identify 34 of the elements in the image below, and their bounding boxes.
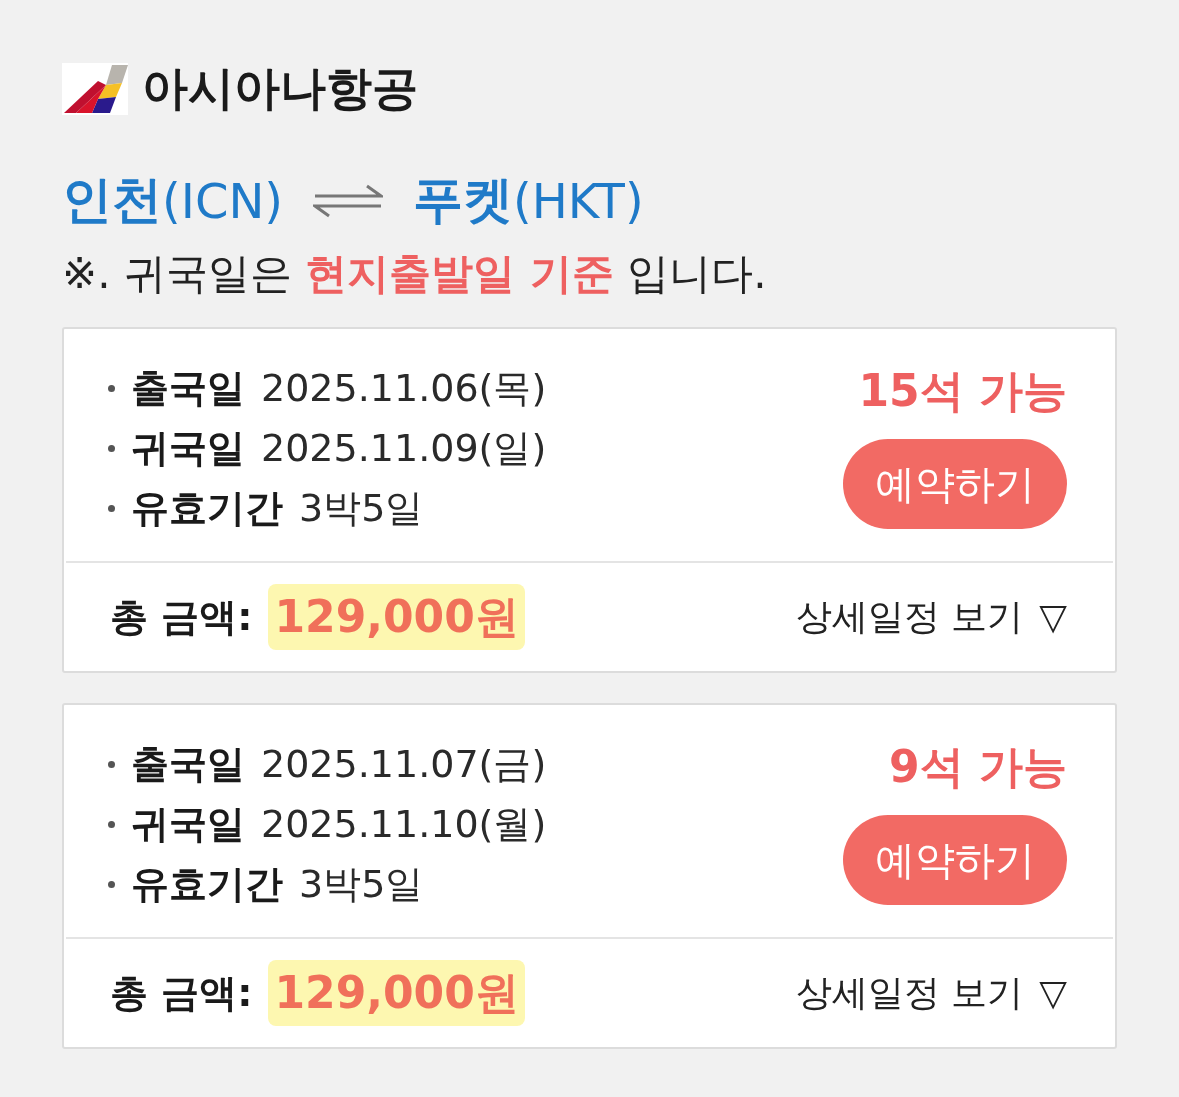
bullet-icon: [108, 384, 115, 392]
total-price: 129,000원: [268, 960, 525, 1026]
detail-value: 2025.11.06(목): [261, 365, 547, 412]
destination-city: 푸켓: [413, 170, 514, 231]
bullet-icon: [108, 760, 115, 768]
bullet-icon: [108, 820, 115, 828]
detail-label: 유효기간: [131, 485, 283, 532]
detail-label: 출국일: [131, 741, 245, 788]
detail-schedule-link[interactable]: 상세일정 보기 ▽: [795, 590, 1067, 644]
detail-label: 유효기간: [131, 861, 283, 908]
bullet-icon: [108, 504, 115, 512]
seats-available: 9석 가능: [889, 740, 1067, 794]
bullet-icon: [108, 880, 115, 888]
total-price: 129,000원: [268, 584, 525, 650]
total-label: 총 금액:: [110, 593, 253, 641]
bullet-icon: [108, 444, 115, 452]
detail-label: 귀국일: [131, 801, 245, 848]
origin-code: (ICN): [162, 171, 284, 231]
total-label: 총 금액:: [110, 969, 253, 1017]
detail-value: 3박5일: [299, 485, 424, 532]
detail-value: 2025.11.07(금): [261, 741, 547, 788]
seats-available: 15석 가능: [858, 364, 1067, 418]
destination-code: (HKT): [513, 171, 644, 231]
airline-logo-icon: [62, 62, 128, 115]
origin-city: 인천: [62, 170, 162, 231]
airline-name: 아시아나항공: [142, 60, 418, 117]
detail-schedule-link[interactable]: 상세일정 보기 ▽: [795, 966, 1067, 1020]
detail-value: 2025.11.10(월): [261, 801, 547, 848]
notice-text: ※. 귀국일은 현지출발일 기준 입니다.: [62, 248, 768, 300]
round-trip-arrows-icon: [313, 183, 384, 218]
detail-value: 2025.11.09(일): [261, 425, 547, 472]
detail-value: 3박5일: [299, 861, 424, 908]
detail-label: 귀국일: [131, 425, 245, 472]
detail-label: 출국일: [131, 365, 245, 412]
